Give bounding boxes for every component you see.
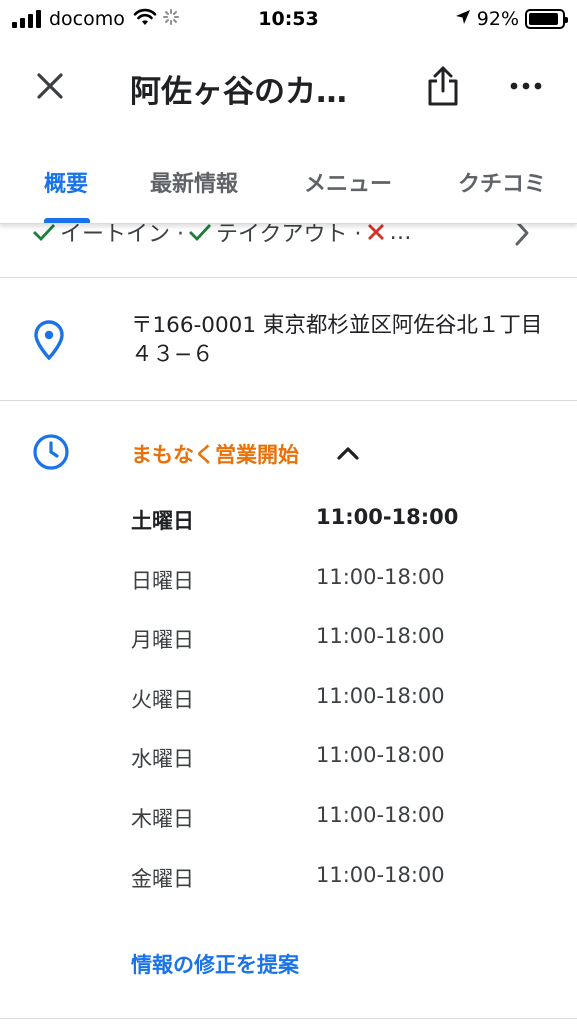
hours-day: 水曜日	[131, 747, 194, 772]
cross-icon	[367, 224, 384, 240]
hours-row: 日曜日 11:00-18:00	[131, 565, 551, 625]
battery-icon	[525, 9, 568, 29]
hours-time: 11:00-18:00	[316, 564, 445, 589]
tab-reviews[interactable]: クチコミ	[458, 166, 546, 198]
location-pin-icon	[34, 320, 64, 364]
page-title: 阿佐ヶ谷のカ…	[130, 74, 347, 110]
active-tab-indicator	[44, 218, 90, 223]
close-button[interactable]	[26, 62, 74, 110]
hours-list: 土曜日 11:00-18:00 日曜日 11:00-18:00 月曜日 11:0…	[131, 505, 551, 922]
hours-day: 日曜日	[131, 568, 194, 593]
hours-row: 火曜日 11:00-18:00	[131, 684, 551, 744]
hours-time: 11:00-18:00	[316, 624, 445, 649]
hours-time: 11:00-18:00	[316, 743, 445, 768]
check-icon	[189, 224, 212, 242]
tab-overview[interactable]: 概要	[44, 166, 88, 198]
status-right: 92%	[455, 8, 568, 30]
hours-day: 金曜日	[131, 866, 194, 891]
address-row[interactable]: 〒166-0001 東京都杉並区阿佐谷北１丁目４３−６	[0, 278, 577, 401]
share-button[interactable]	[418, 60, 468, 112]
hours-row: 木曜日 11:00-18:00	[131, 803, 551, 863]
hours-section: まもなく営業開始 土曜日 11:00-18:00 日曜日 11:00-18:00…	[0, 401, 577, 1019]
battery-cap	[565, 17, 568, 23]
app-header: 阿佐ヶ谷のカ…	[0, 40, 577, 140]
hours-collapse-button[interactable]	[332, 437, 364, 469]
hours-time: 11:00-18:00	[316, 683, 445, 708]
location-arrow-icon	[455, 9, 471, 29]
hours-time: 11:00-18:00	[316, 802, 445, 827]
more-horizontal-icon	[510, 82, 542, 90]
hours-row: 金曜日 11:00-18:00	[131, 863, 551, 923]
close-icon	[37, 73, 63, 99]
clock-icon	[32, 433, 70, 475]
tab-menu[interactable]: メニュー	[304, 166, 392, 198]
tab-bar: 概要 最新情報 メニュー クチコミ	[0, 140, 577, 224]
hours-status[interactable]: まもなく営業開始	[131, 439, 299, 469]
address-text: 〒166-0001 東京都杉並区阿佐谷北１丁目４３−６	[131, 313, 543, 367]
hours-row: 水曜日 11:00-18:00	[131, 743, 551, 803]
suggest-edit-link[interactable]: 情報の修正を提案	[131, 949, 299, 979]
check-icon	[33, 224, 56, 242]
battery-level	[529, 13, 559, 25]
hours-day: 火曜日	[131, 687, 194, 712]
tab-updates[interactable]: 最新情報	[150, 166, 238, 198]
share-icon	[428, 66, 458, 106]
hours-day: 月曜日	[131, 628, 194, 653]
hours-row: 土曜日 11:00-18:00	[131, 505, 551, 565]
hours-day: 土曜日	[131, 509, 194, 533]
more-options-button[interactable]	[500, 64, 552, 108]
hours-time: 11:00-18:00	[316, 505, 459, 529]
battery-percent: 92%	[476, 8, 519, 30]
hours-row: 月曜日 11:00-18:00	[131, 624, 551, 684]
hours-day: 木曜日	[131, 806, 194, 831]
hours-time: 11:00-18:00	[316, 862, 445, 887]
chevron-up-icon	[337, 447, 359, 460]
status-bar: docomo 10:53 92%	[0, 0, 577, 40]
